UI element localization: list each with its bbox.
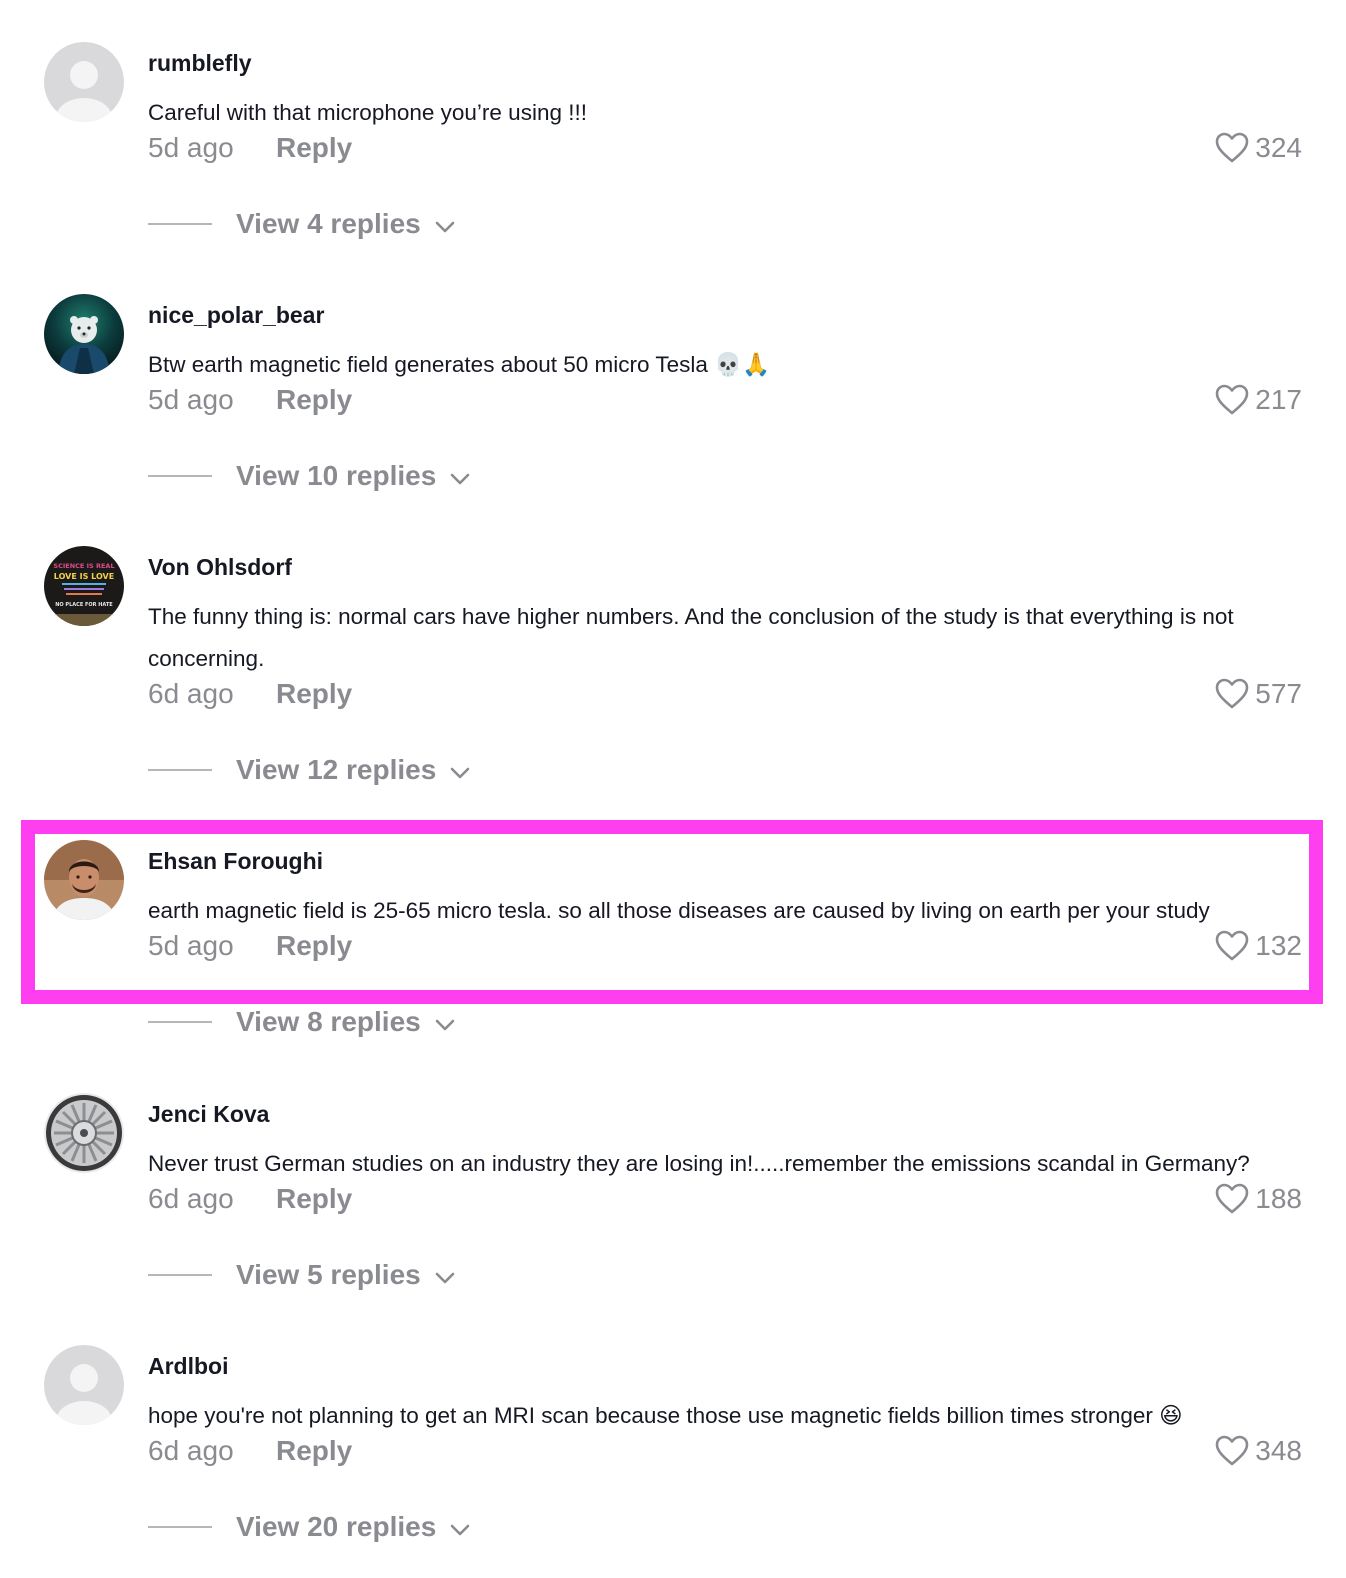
sign-text: SCIENCE IS REAL [53,562,114,570]
comment-username[interactable]: Ehsan Foroughi [148,848,323,875]
comment-timestamp: 6d ago [148,1435,234,1466]
view-replies-label: View 12 replies [236,754,437,785]
like-count: 188 [1255,1183,1302,1214]
avatar[interactable]: SCIENCE IS REAL LOVE IS LOVE NO PLACE FO… [44,546,124,626]
heart-icon [1215,930,1249,961]
divider-line [148,1274,212,1276]
comment-text: hope you're not planning to get an MRI s… [148,1403,1183,1428]
comment-username[interactable]: rumblefly [148,50,252,77]
like-button[interactable]: 348 [1215,1435,1302,1467]
reply-button[interactable]: Reply [276,384,352,416]
heart-icon [1215,384,1249,415]
comment-text: earth magnetic field is 25-65 micro tesl… [148,898,1210,923]
like-button[interactable]: 132 [1215,930,1302,962]
view-replies-button[interactable]: View 12 replies [148,754,470,786]
like-count: 577 [1255,678,1302,709]
chevron-down-icon [435,208,455,240]
comment-text: Btw earth magnetic field generates about… [148,352,771,377]
comment-text: Never trust German studies on an industr… [148,1151,1250,1176]
view-replies-label: View 4 replies [236,208,421,239]
chevron-down-icon [450,754,470,786]
heart-icon [1215,1435,1249,1466]
chevron-down-icon [450,1511,470,1543]
comment-username[interactable]: Jenci Kova [148,1101,269,1128]
view-replies-button[interactable]: View 5 replies [148,1259,455,1291]
like-button[interactable]: 188 [1215,1183,1302,1215]
comment-timestamp: 5d ago [148,930,234,961]
view-replies-button[interactable]: View 8 replies [148,1006,455,1038]
comment-timestamp: 6d ago [148,678,234,709]
wheel-rim-avatar-icon [44,1093,124,1173]
divider-line [148,1526,212,1528]
avatar[interactable] [44,294,124,374]
comment-username[interactable]: Von Ohlsdorf [148,554,292,581]
comment-timestamp: 5d ago [148,384,234,415]
like-count: 348 [1255,1435,1302,1466]
divider-line [148,1021,212,1023]
like-button[interactable]: 217 [1215,384,1302,416]
heart-icon [1215,678,1249,709]
sign-text: LOVE IS LOVE [54,572,114,581]
view-replies-button[interactable]: View 4 replies [148,208,455,240]
chevron-down-icon [435,1259,455,1291]
polar-bear-avatar-icon [44,294,124,374]
chevron-down-icon [435,1006,455,1038]
default-avatar-icon [44,42,124,122]
comment-meta: 6d ago Reply [148,1435,352,1467]
comment-meta: 6d ago Reply [148,1183,352,1215]
heart-icon [1215,1183,1249,1214]
reply-button[interactable]: Reply [276,930,352,962]
comment-text: The funny thing is: normal cars have hig… [148,604,1234,671]
like-count: 217 [1255,384,1302,415]
comment-timestamp: 6d ago [148,1183,234,1214]
view-replies-button[interactable]: View 20 replies [148,1511,470,1543]
divider-line [148,223,212,225]
view-replies-label: View 10 replies [236,460,437,491]
reply-button[interactable]: Reply [276,132,352,164]
comment-username[interactable]: nice_polar_bear [148,302,324,329]
like-button[interactable]: 324 [1215,132,1302,164]
view-replies-label: View 5 replies [236,1259,421,1290]
comment-meta: 5d ago Reply [148,930,352,962]
divider-line [148,475,212,477]
comment-meta: 5d ago Reply [148,132,352,164]
comment-meta: 5d ago Reply [148,384,352,416]
like-count: 132 [1255,930,1302,961]
reply-button[interactable]: Reply [276,1435,352,1467]
view-replies-button[interactable]: View 10 replies [148,460,470,492]
comment-timestamp: 5d ago [148,132,234,163]
comment-username[interactable]: Ardlboi [148,1353,229,1380]
sign-avatar-icon: SCIENCE IS REAL LOVE IS LOVE NO PLACE FO… [44,546,124,626]
comment-meta: 6d ago Reply [148,678,352,710]
chevron-down-icon [450,460,470,492]
avatar[interactable] [44,42,124,122]
like-count: 324 [1255,132,1302,163]
like-button[interactable]: 577 [1215,678,1302,710]
sign-text: NO PLACE FOR HATE [55,602,113,608]
heart-icon [1215,132,1249,163]
avatar[interactable] [44,840,124,920]
reply-button[interactable]: Reply [276,1183,352,1215]
person-avatar-icon [44,840,124,920]
default-avatar-icon [44,1345,124,1425]
view-replies-label: View 20 replies [236,1511,437,1542]
divider-line [148,769,212,771]
avatar[interactable] [44,1093,124,1173]
reply-button[interactable]: Reply [276,678,352,710]
comment-text: Careful with that microphone you’re usin… [148,100,587,125]
view-replies-label: View 8 replies [236,1006,421,1037]
avatar[interactable] [44,1345,124,1425]
